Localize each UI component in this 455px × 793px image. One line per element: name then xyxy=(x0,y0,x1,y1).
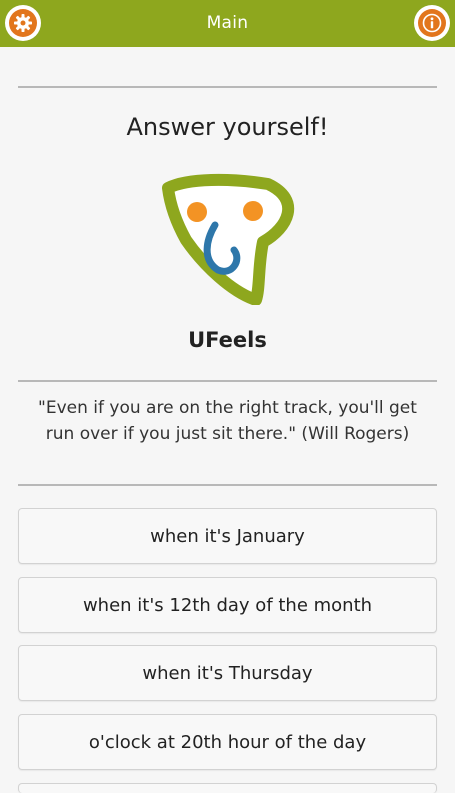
app-name: UFeels xyxy=(188,328,267,352)
info-icon xyxy=(418,9,446,37)
option-button-hour[interactable]: o'clock at 20th hour of the day xyxy=(18,714,437,770)
info-button[interactable] xyxy=(414,5,450,41)
top-app-bar: Main xyxy=(0,0,455,47)
option-button-january[interactable]: when it's January xyxy=(18,508,437,564)
quote-text: "Even if you are on the right track, you… xyxy=(38,398,417,444)
option-button-day-of-month[interactable]: when it's 12th day of the month xyxy=(18,577,437,633)
main-heading: Answer yourself! xyxy=(126,113,329,141)
heart-face-logo xyxy=(162,173,295,305)
option-button-partial[interactable] xyxy=(18,783,437,793)
option-button-weekday[interactable]: when it's Thursday xyxy=(18,645,437,701)
top-divider xyxy=(18,86,437,88)
page-title: Main xyxy=(206,13,249,33)
quote-top-divider xyxy=(18,380,437,382)
quote-bottom-divider xyxy=(18,484,437,486)
